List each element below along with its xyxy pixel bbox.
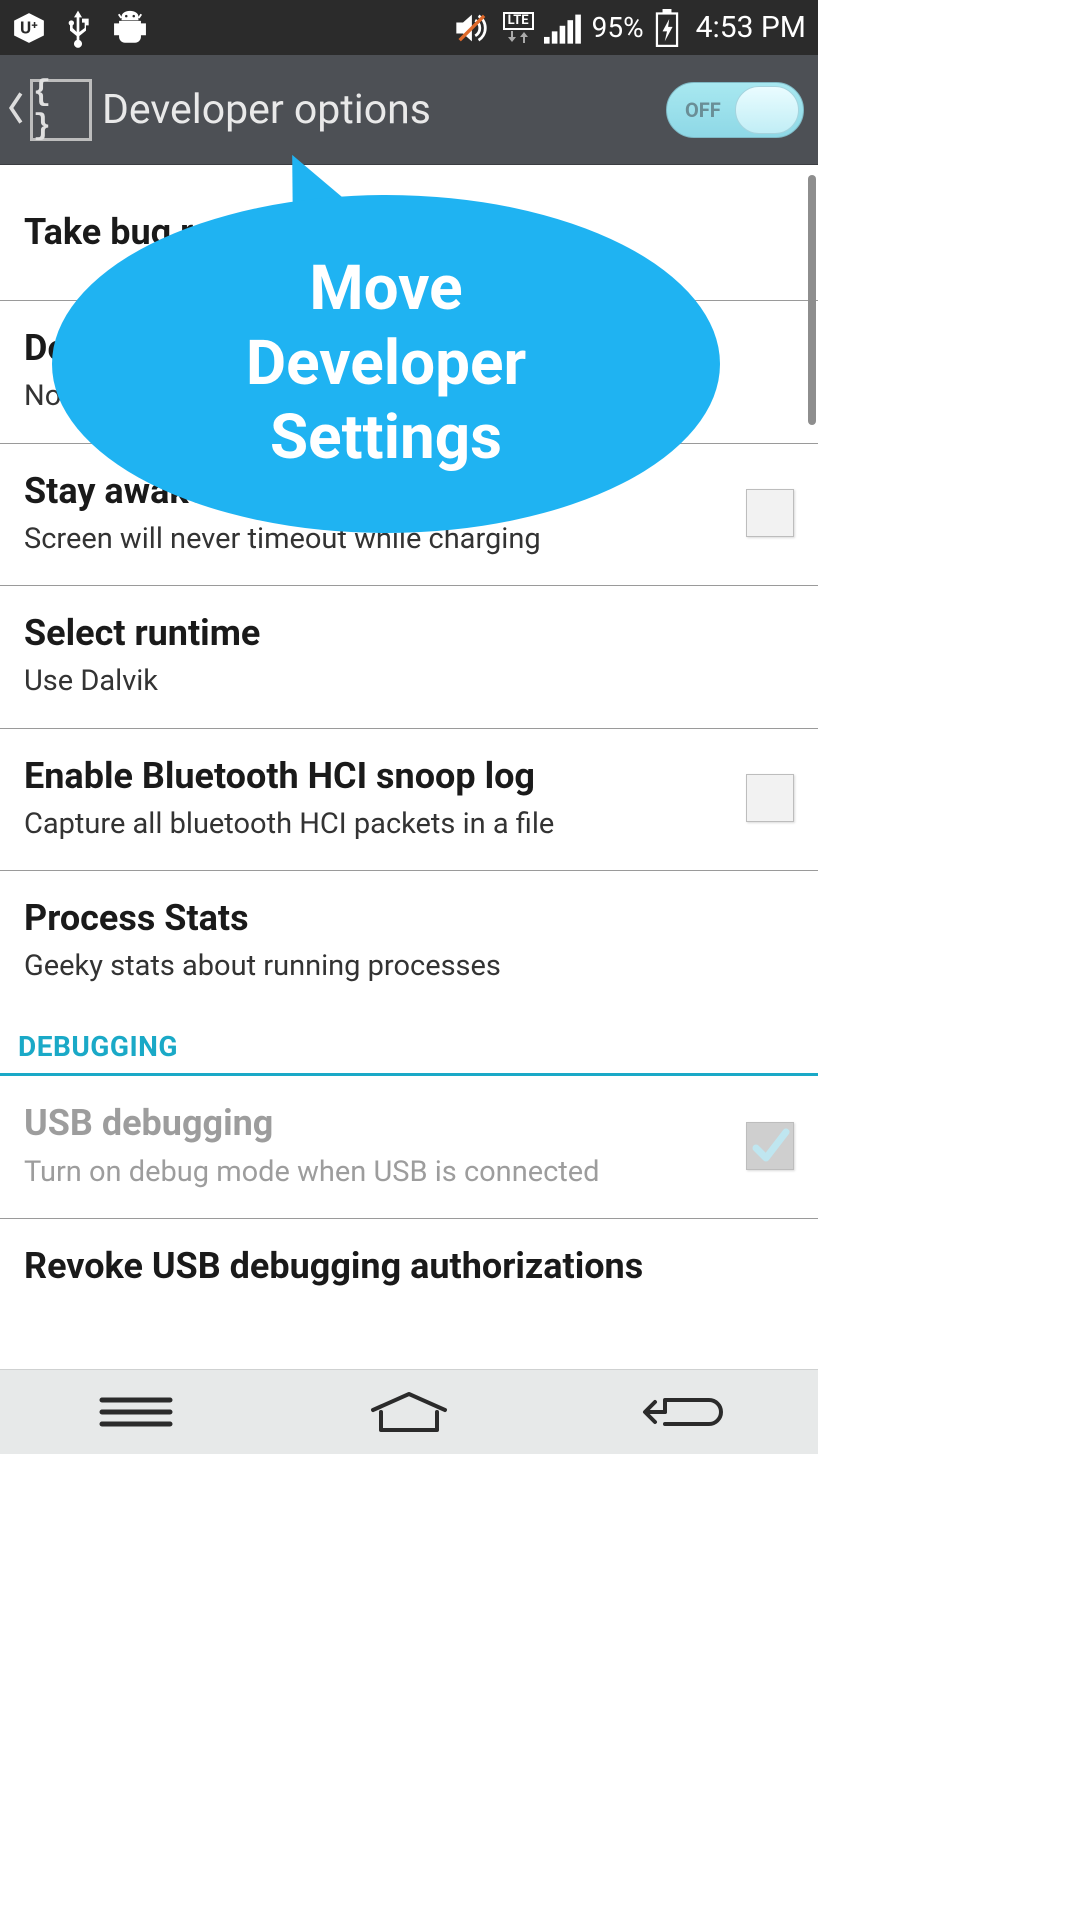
app-bar: { } Developer options OFF ON bbox=[0, 55, 818, 165]
item-usb-debugging[interactable]: USB debugging Turn on debug mode when US… bbox=[0, 1076, 818, 1218]
item-stay-awake[interactable]: Stay awake Screen will never timeout whi… bbox=[0, 444, 818, 586]
item-title: Desktop backup password bbox=[24, 327, 774, 370]
nav-menu-button[interactable] bbox=[66, 1382, 206, 1442]
back-icon[interactable] bbox=[4, 91, 28, 129]
home-icon bbox=[367, 1390, 451, 1434]
navigation-bar bbox=[0, 1369, 818, 1454]
screen-title: Developer options bbox=[102, 86, 666, 134]
volume-muted-icon bbox=[453, 11, 493, 45]
item-title: USB debugging bbox=[24, 1102, 726, 1145]
usb-debugging-checkbox[interactable] bbox=[746, 1122, 794, 1170]
menu-icon bbox=[96, 1394, 176, 1430]
item-subtitle: Turn on debug mode when USB is connected bbox=[24, 1154, 726, 1190]
item-revoke-usb-auth[interactable]: Revoke USB debugging authorizations bbox=[0, 1219, 818, 1298]
section-header-debugging: DEBUGGING bbox=[0, 1012, 818, 1076]
item-title: Select runtime bbox=[24, 612, 774, 655]
usb-icon bbox=[64, 8, 92, 48]
checkmark-icon bbox=[750, 1126, 790, 1166]
item-title: Process Stats bbox=[24, 897, 774, 940]
uplus-icon: U⁺ bbox=[12, 11, 46, 45]
lte-indicator: LTE bbox=[503, 12, 534, 44]
item-subtitle: Capture all bluetooth HCI packets in a f… bbox=[24, 806, 726, 842]
toggle-knob bbox=[735, 86, 799, 134]
bt-snoop-checkbox[interactable] bbox=[746, 774, 794, 822]
stay-awake-checkbox[interactable] bbox=[746, 489, 794, 537]
android-debug-icon bbox=[110, 9, 150, 47]
svg-text:U⁺: U⁺ bbox=[20, 18, 38, 38]
item-title: Take bug report bbox=[24, 211, 774, 254]
status-bar: U⁺ LTE 95% 4:53 PM bbox=[0, 0, 818, 55]
toggle-off-label: OFF bbox=[685, 98, 721, 122]
back-icon bbox=[637, 1392, 727, 1432]
clock: 4:53 PM bbox=[696, 10, 806, 45]
status-left-icons: U⁺ bbox=[12, 8, 150, 48]
item-subtitle: Screen will never timeout while charging bbox=[24, 521, 726, 557]
item-take-bug-report[interactable]: Take bug report bbox=[0, 165, 818, 301]
status-right: LTE 95% 4:53 PM bbox=[453, 9, 806, 47]
developer-options-toggle[interactable]: OFF ON bbox=[666, 82, 804, 138]
developer-badge-icon: { } bbox=[30, 79, 92, 141]
nav-home-button[interactable] bbox=[339, 1382, 479, 1442]
item-bluetooth-hci-snoop[interactable]: Enable Bluetooth HCI snoop log Capture a… bbox=[0, 729, 818, 871]
item-select-runtime[interactable]: Select runtime Use Dalvik bbox=[0, 586, 818, 728]
item-title: Enable Bluetooth HCI snoop log bbox=[24, 755, 726, 798]
nav-back-button[interactable] bbox=[612, 1382, 752, 1442]
item-title: Stay awake bbox=[24, 470, 726, 513]
signal-icon bbox=[544, 12, 582, 44]
item-title: Revoke USB debugging authorizations bbox=[24, 1245, 774, 1288]
item-desktop-backup-password[interactable]: Desktop backup password No password set bbox=[0, 301, 818, 443]
item-subtitle: No password set bbox=[24, 378, 774, 414]
item-subtitle: Geeky stats about running processes bbox=[24, 948, 774, 984]
item-subtitle: Use Dalvik bbox=[24, 663, 774, 699]
settings-list: Take bug report Desktop backup password … bbox=[0, 165, 818, 1298]
battery-charging-icon bbox=[654, 9, 680, 47]
battery-percent: 95% bbox=[592, 11, 644, 44]
item-process-stats[interactable]: Process Stats Geeky stats about running … bbox=[0, 871, 818, 1012]
scrollbar-thumb[interactable] bbox=[808, 175, 816, 425]
